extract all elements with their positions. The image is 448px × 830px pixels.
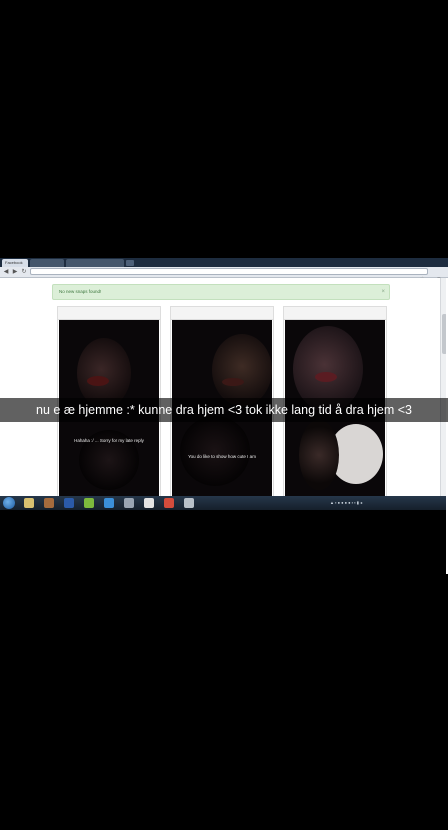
alert-text: No new snaps found!: [59, 289, 102, 294]
browser-tab-bar: Facebook: [0, 258, 448, 267]
chrome-icon[interactable]: [164, 498, 174, 508]
media-icon[interactable]: [44, 498, 54, 508]
browser-tab[interactable]: [30, 259, 64, 267]
shield-icon[interactable]: [124, 498, 134, 508]
address-bar-row: ◀ ▶ ↻ ☆ ≡: [0, 267, 448, 283]
photo-body: [299, 420, 339, 490]
card-header: [171, 307, 273, 320]
photo-body: [180, 416, 250, 486]
card-header: [284, 307, 386, 320]
snap-text: Hahaha :/ ... Sorry for my late reply: [74, 438, 144, 443]
snap-caption-text: nu e æ hjemme :* kunne dra hjem <3 tok i…: [36, 403, 412, 417]
browser-tab[interactable]: Facebook: [2, 259, 28, 267]
spotify-icon[interactable]: [84, 498, 94, 508]
calculator-icon[interactable]: [144, 498, 154, 508]
photo-lips: [315, 372, 337, 382]
folder-icon[interactable]: [24, 498, 34, 508]
url-field[interactable]: [30, 268, 428, 275]
photo-lips: [222, 378, 244, 386]
web-page: No new snaps found! × Hahaha :/ ... Sorr…: [0, 278, 448, 498]
forward-icon[interactable]: ▶: [11, 268, 19, 276]
browser-tab[interactable]: [66, 259, 124, 267]
new-tab-button[interactable]: [126, 260, 134, 266]
screen-capture: Facebook ◀ ▶ ↻ ☆ ≡ No new snaps found! ×…: [0, 258, 448, 510]
card-header: [58, 307, 160, 320]
internet-explorer-icon[interactable]: [104, 498, 114, 508]
photo-face: [212, 334, 272, 406]
app-icon[interactable]: [184, 498, 194, 508]
status-alert: No new snaps found! ×: [52, 284, 390, 300]
reload-icon[interactable]: ↻: [20, 268, 28, 276]
system-tray-icons[interactable]: ▲ ▪ ● ● ● ● ▪ ▪ ▮ ◂: [330, 500, 362, 505]
word-icon[interactable]: [64, 498, 74, 508]
back-icon[interactable]: ◀: [2, 268, 10, 276]
tab-label: Facebook: [5, 260, 23, 265]
close-icon[interactable]: ×: [381, 285, 385, 299]
start-button[interactable]: [3, 497, 15, 509]
snap-caption-bar: nu e æ hjemme :* kunne dra hjem <3 tok i…: [0, 398, 448, 422]
windows-taskbar: ▲ ▪ ● ● ● ● ▪ ▪ ▮ ◂: [0, 496, 448, 510]
snap-text: You do like to show how cute I am: [188, 454, 256, 459]
photo-lips: [87, 376, 109, 386]
